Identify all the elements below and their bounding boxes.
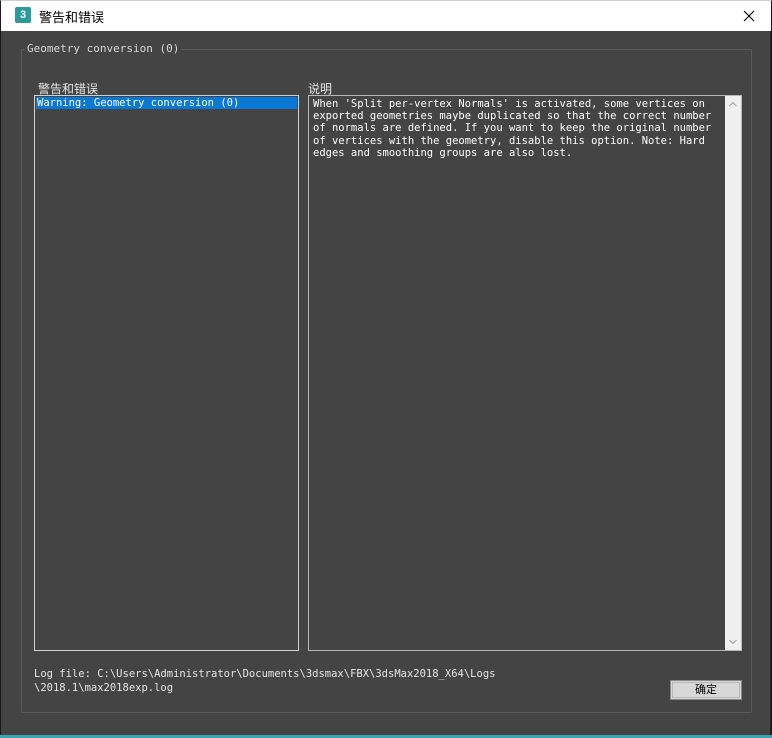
window-title: 警告和错误 <box>39 11 105 26</box>
warnings-list[interactable]: Warning: Geometry conversion (0) <box>34 95 299 651</box>
description-textbox[interactable]: When 'Split per-vertex Normals' is activ… <box>308 95 742 651</box>
log-file-line-1: Log file: C:\Users\Administrator\Documen… <box>34 668 496 680</box>
ok-button[interactable]: 确定 <box>670 680 742 700</box>
dialog-window: 3 警告和错误 Geometry conversion (0) 警告和错误 说明… <box>0 0 772 737</box>
chevron-up-icon <box>729 101 737 107</box>
scroll-down-button[interactable] <box>725 634 741 650</box>
vertical-scrollbar[interactable] <box>725 96 741 650</box>
description-text: When 'Split per-vertex Normals' is activ… <box>313 98 718 159</box>
chevron-down-icon <box>729 639 737 645</box>
close-icon <box>743 10 755 22</box>
log-file-line-2: \2018.1\max2018exp.log <box>34 682 174 694</box>
scroll-up-button[interactable] <box>725 96 741 112</box>
group-label: Geometry conversion (0) <box>25 42 182 55</box>
close-button[interactable] <box>727 1 771 31</box>
title-bar: 3 警告和错误 <box>1 1 771 31</box>
window-edge <box>770 31 771 736</box>
app-logo-icon: 3 <box>15 7 31 23</box>
list-item[interactable]: Warning: Geometry conversion (0) <box>36 97 297 109</box>
log-file-path: Log file: C:\Users\Administrator\Documen… <box>34 667 495 695</box>
ok-button-label: 确定 <box>695 683 717 696</box>
